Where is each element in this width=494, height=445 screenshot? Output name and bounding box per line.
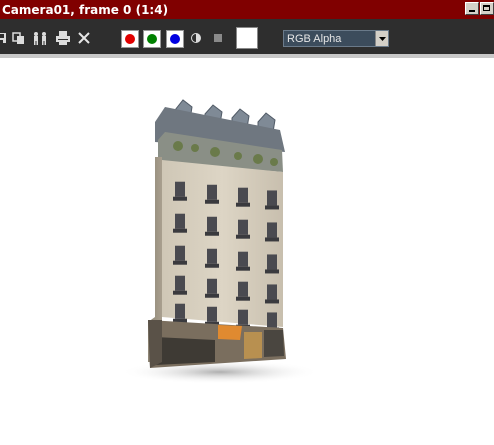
building-window bbox=[175, 213, 185, 229]
alpha-channel-icon[interactable] bbox=[212, 30, 224, 46]
window-controls bbox=[465, 2, 494, 15]
building-balcony bbox=[236, 296, 250, 301]
building-balcony bbox=[173, 196, 187, 201]
render-viewport bbox=[0, 62, 494, 445]
building-window bbox=[175, 303, 185, 319]
building-window bbox=[207, 248, 217, 264]
green-channel-icon[interactable] bbox=[143, 30, 161, 48]
clone-window-icon[interactable] bbox=[12, 30, 26, 46]
building-balcony bbox=[265, 269, 279, 274]
building-window bbox=[207, 306, 217, 322]
print-icon[interactable] bbox=[55, 30, 71, 46]
building-window bbox=[267, 254, 277, 270]
building-window bbox=[267, 312, 277, 328]
rendered-building-image bbox=[120, 99, 320, 384]
building-window bbox=[207, 278, 217, 294]
building-balcony bbox=[173, 290, 187, 295]
dropdown-arrow-icon[interactable] bbox=[375, 31, 388, 46]
red-dot bbox=[125, 34, 135, 44]
building-window bbox=[238, 281, 248, 297]
maximize-button[interactable] bbox=[480, 2, 494, 15]
building-balcony bbox=[236, 202, 250, 207]
building-window bbox=[238, 309, 248, 325]
building-window bbox=[238, 219, 248, 235]
building-balcony bbox=[205, 293, 219, 298]
building-balcony bbox=[265, 299, 279, 304]
building-balcony bbox=[236, 234, 250, 239]
building-balcony bbox=[265, 205, 279, 210]
building-balcony bbox=[205, 263, 219, 268]
monochrome-icon[interactable] bbox=[190, 30, 202, 46]
building-window bbox=[267, 190, 277, 206]
blue-channel-icon[interactable] bbox=[166, 30, 184, 48]
building-window bbox=[207, 216, 217, 232]
building-window bbox=[238, 251, 248, 267]
channel-dropdown[interactable]: RGB Alpha bbox=[283, 30, 389, 47]
building-window bbox=[207, 184, 217, 200]
minimize-button[interactable] bbox=[465, 2, 479, 15]
building-window bbox=[175, 275, 185, 291]
building-window bbox=[175, 245, 185, 261]
save-image-icon[interactable] bbox=[0, 30, 8, 46]
building-balcony bbox=[173, 228, 187, 233]
building-balcony bbox=[205, 199, 219, 204]
building-balcony bbox=[173, 260, 187, 265]
building-window bbox=[267, 284, 277, 300]
clear-icon[interactable] bbox=[77, 30, 91, 46]
window-title: Camera01, frame 0 (1:4) bbox=[2, 2, 169, 17]
render-toolbar: RGB Alpha bbox=[0, 19, 494, 58]
building-window bbox=[175, 181, 185, 197]
blue-dot bbox=[170, 34, 180, 44]
channel-dropdown-value: RGB Alpha bbox=[287, 32, 342, 45]
building-balcony bbox=[265, 237, 279, 242]
building-balcony bbox=[205, 231, 219, 236]
building-balcony bbox=[236, 266, 250, 271]
building-window bbox=[238, 187, 248, 203]
green-dot bbox=[147, 34, 157, 44]
building-window bbox=[267, 222, 277, 238]
red-channel-icon[interactable] bbox=[121, 30, 139, 48]
background-color-swatch[interactable] bbox=[236, 27, 258, 49]
enable-tracking-icon[interactable] bbox=[32, 30, 48, 46]
title-bar[interactable]: Camera01, frame 0 (1:4) bbox=[0, 0, 494, 19]
